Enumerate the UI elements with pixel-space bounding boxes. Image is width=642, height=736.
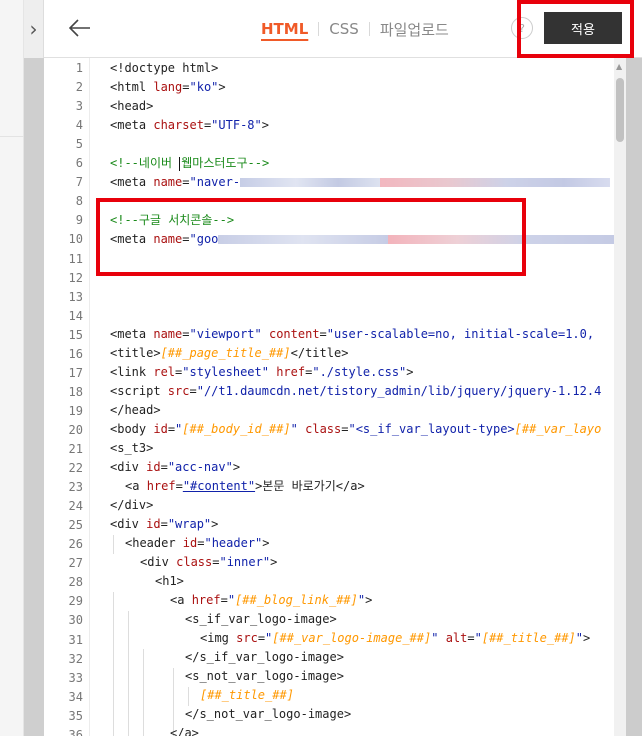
code-line-4: <meta charset="UTF-8"> — [110, 118, 269, 132]
editor-header: HTML CSS 파일업로드 ? 적용 — [44, 0, 642, 58]
line-number: 25 — [68, 518, 83, 533]
code-line-17: <link rel="stylesheet" href="./style.css… — [110, 365, 414, 379]
code-line-24: </div> — [110, 498, 154, 512]
chevron-right-icon: › — [29, 17, 38, 41]
code-line-31: <img src="[##_var_logo-image_##]" alt="[… — [200, 631, 591, 645]
editor-scrollbar[interactable]: ▲ — [614, 58, 626, 736]
indent-guide — [113, 592, 114, 736]
code-line-19: </head> — [110, 403, 161, 417]
code-line-21: <s_t3> — [110, 441, 154, 455]
line-number: 6 — [75, 156, 83, 171]
code-line-33: <s_not_var_logo-image> — [185, 669, 344, 683]
code-line-34: [##_title_##] — [200, 688, 294, 702]
redacted-content — [218, 235, 389, 244]
line-number: 21 — [68, 442, 83, 456]
code-line-27: <div class="inner"> — [140, 555, 278, 569]
code-line-7: <meta name="naver- — [110, 173, 611, 192]
tab-css[interactable]: CSS — [319, 20, 369, 38]
indent-guide — [128, 611, 129, 736]
line-number: 29 — [68, 594, 83, 609]
line-number: 23 — [68, 480, 83, 495]
code-line-9: <!--구글 서치콘솔--> — [110, 213, 235, 227]
code-line-35: </s_not_var_logo-image> — [185, 707, 352, 721]
line-number: 3 — [75, 99, 83, 114]
code-line-28: <h1> — [155, 574, 184, 588]
apply-button[interactable]: 적용 — [544, 12, 622, 44]
line-number: 24 — [68, 499, 83, 514]
line-number: 12 — [68, 270, 83, 285]
line-number: 34 — [68, 689, 83, 704]
line-number: 22 — [68, 461, 83, 476]
collapse-panel-button[interactable]: › — [24, 0, 44, 58]
code-line-32: </s_if_var_logo-image> — [185, 650, 344, 664]
line-number: 5 — [75, 137, 83, 152]
code-line-20: <body id="[##_body_id_##]" class="<s_if_… — [110, 422, 602, 436]
line-number: 15 — [68, 327, 83, 342]
line-number: 7 — [75, 175, 83, 190]
editor-tabs: HTML CSS 파일업로드 — [251, 18, 459, 40]
line-number: 13 — [68, 289, 83, 304]
code-line-2: <html lang="ko"> — [110, 80, 226, 94]
line-number: 4 — [75, 118, 83, 133]
code-line-3: <head> — [110, 99, 154, 113]
line-number: 2 — [75, 80, 83, 95]
scrollbar-thumb[interactable] — [616, 78, 624, 142]
help-button[interactable]: ? — [511, 17, 533, 39]
code-line-23: <a href="#content">본문 바로가기</a> — [125, 479, 365, 493]
line-number: 30 — [68, 613, 83, 628]
arrow-left-icon — [69, 19, 90, 37]
code-line-6: <!--네이버 웹마스터도구--> — [110, 156, 270, 171]
tab-html[interactable]: HTML — [251, 20, 318, 38]
line-number: 27 — [68, 556, 83, 571]
code-line-1: <!doctype html> — [110, 61, 219, 75]
left-panel — [0, 0, 24, 736]
code-line-30: <s_if_var_logo-image> — [185, 612, 337, 626]
line-number: 31 — [68, 632, 83, 647]
code-line-22: <div id="acc-nav"> — [110, 460, 241, 474]
line-number: 1 — [75, 61, 83, 75]
line-number: 20 — [68, 422, 83, 437]
redacted-content — [240, 178, 381, 187]
line-number: 17 — [68, 365, 83, 380]
indent-guide — [143, 649, 144, 736]
line-number: 14 — [68, 308, 83, 323]
line-number: 33 — [68, 670, 83, 685]
code-line-16: <title>[##_page_title_##]</title> — [110, 346, 349, 360]
line-number: 11 — [68, 251, 83, 266]
line-number: 10 — [68, 232, 83, 247]
line-number: 28 — [68, 575, 83, 590]
line-number: 18 — [68, 384, 83, 399]
code-line-36: </a> — [170, 726, 199, 736]
line-number: 36 — [68, 727, 83, 736]
left-panel-divider — [0, 136, 24, 137]
indent-guide — [188, 687, 189, 706]
line-number-gutter: 1 2 3 4 5 6 7 8 9 10 11 12 13 14 15 16 17 18 19 20 21 22 23 24 2… — [44, 58, 90, 736]
tab-file-upload[interactable]: 파일업로드 — [370, 19, 459, 40]
indent-guide — [113, 535, 114, 554]
code-line-18: <script src="//t1.daumcdn.net/tistory_ad… — [110, 384, 602, 398]
right-edge-panel — [626, 58, 642, 736]
line-number: 8 — [75, 194, 83, 209]
panel-gutter — [24, 58, 44, 736]
back-button[interactable] — [66, 14, 94, 42]
redacted-content — [380, 178, 611, 187]
question-icon: ? — [519, 21, 525, 35]
code-line-26: <header id="header"> — [125, 536, 270, 550]
code-line-25: <div id="wrap"> — [110, 517, 219, 531]
scroll-up-arrow-icon[interactable]: ▲ — [616, 62, 622, 71]
line-number: 26 — [68, 537, 83, 552]
line-number: 9 — [75, 213, 83, 228]
code-line-15: <meta name="viewport" content="user-scal… — [110, 327, 595, 341]
line-number: 16 — [68, 346, 83, 361]
code-area[interactable]: <!doctype html> <html lang="ko"> <head> … — [110, 58, 620, 736]
code-line-29: <a href="[##_blog_link_##]"> — [170, 593, 373, 607]
code-editor[interactable]: 1 2 3 4 5 6 7 8 9 10 11 12 13 14 15 16 17 18 19 20 21 22 23 24 2… — [44, 58, 642, 736]
redacted-content — [388, 235, 619, 244]
code-line-10: <meta name="goo — [110, 230, 619, 249]
line-number: 19 — [68, 403, 83, 418]
line-number: 32 — [68, 651, 83, 666]
line-number: 35 — [68, 708, 83, 723]
